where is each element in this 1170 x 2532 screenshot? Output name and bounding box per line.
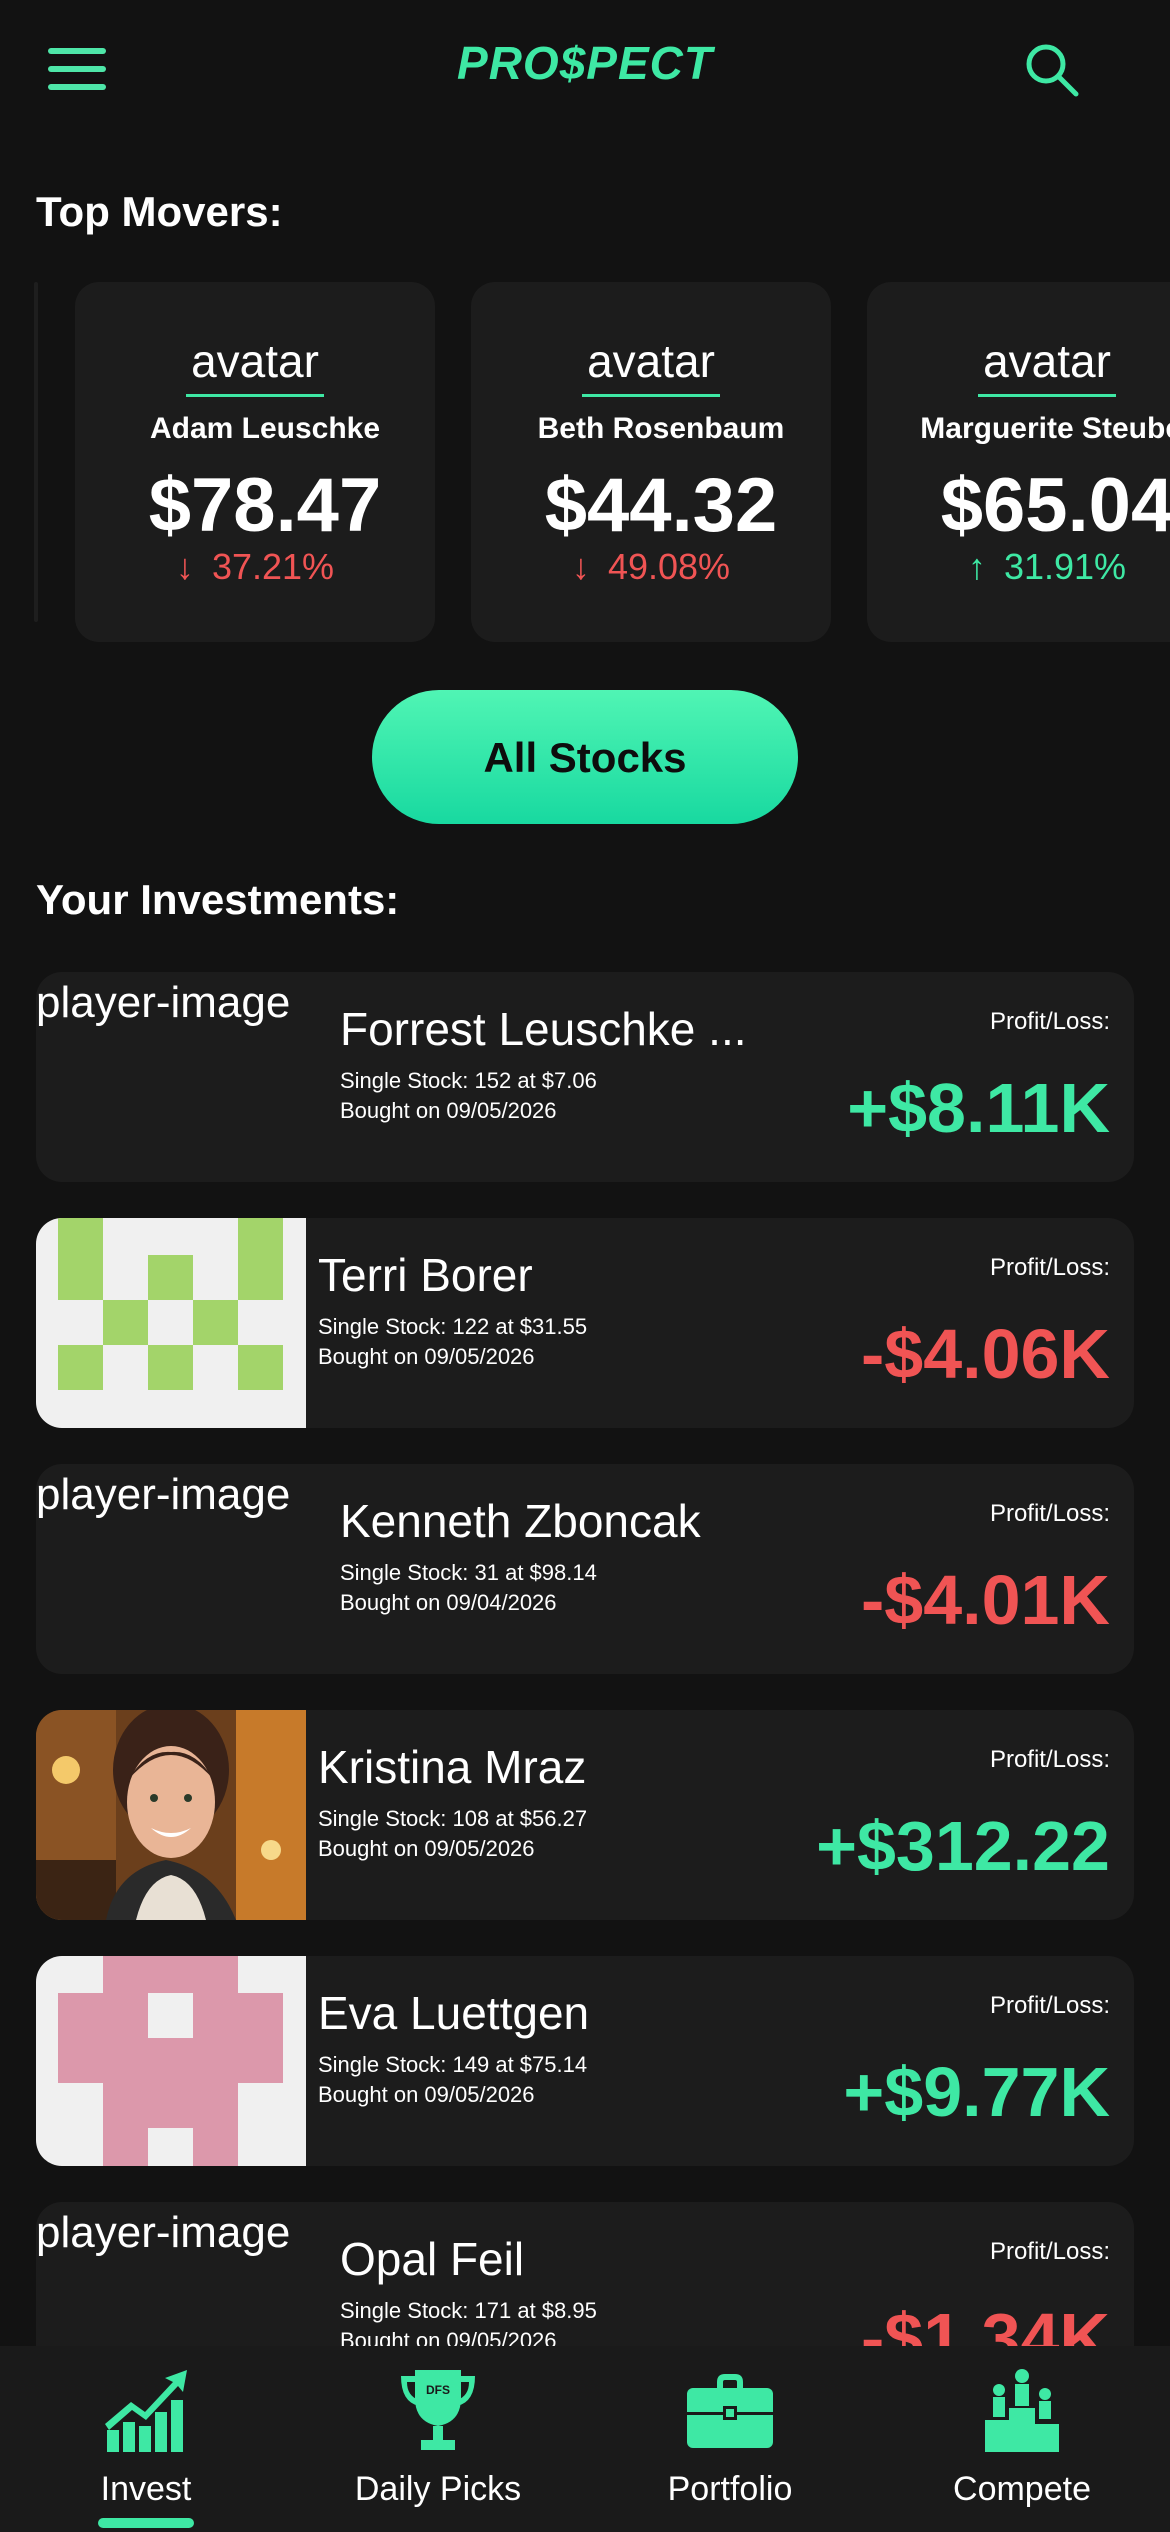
search-icon[interactable] [1024,42,1080,98]
all-stocks-button[interactable]: All Stocks [372,690,798,824]
profit-loss-label: Profit/Loss: [989,1008,1110,1035]
mover-name: Adam Leuschke [149,412,381,445]
player-photo [36,1710,306,1920]
mover-card[interactable]: avatar Marguerite Steuber $65.04 ↑ 31.91% [867,282,1170,642]
app-header: PRO$PECT [0,0,1170,140]
briefcase-icon [687,2374,773,2448]
mover-price: $78.47 [148,463,382,548]
profit-loss-value: +$312.22 [816,1807,1110,1885]
profit-loss-value: +$9.77K [843,2053,1110,2131]
podium-icon [985,2369,1059,2452]
arrow-down-icon: ↓ [175,546,194,587]
mover-avatar: avatar [587,335,715,387]
profit-loss-label: Profit/Loss: [989,1746,1110,1773]
investment-name: Kristina Mraz [318,1741,587,1793]
arrow-down-icon: ↓ [571,546,590,587]
investment-detail: Single Stock: 31 at $98.14 [340,1560,597,1585]
mover-change-value: 37.21% [211,546,335,587]
mover-avatar: avatar [983,335,1111,387]
profit-loss-value: -$4.06K [860,1315,1110,1393]
profit-loss-label: Profit/Loss: [989,1992,1110,2019]
mover-change: ↑ 31.91% [867,546,1170,588]
investment-bought-date: Bought on 09/05/2026 [318,1836,535,1861]
tab-portfolio-label: Portfolio [667,2470,793,2508]
investment-name: Opal Feil [340,2233,525,2285]
player-image [36,1218,306,1428]
profit-loss-label: Profit/Loss: [989,1500,1110,1527]
profit-loss-label: Profit/Loss: [989,2238,1110,2265]
mover-change-value: 49.08% [607,546,731,587]
investment-detail: Single Stock: 122 at $31.55 [318,1314,588,1339]
mover-change: ↓ 49.08% [471,546,831,588]
investment-card[interactable]: player-image Kenneth Zboncak Single Stoc… [36,1464,1134,1674]
investment-detail: Single Stock: 108 at $56.27 [318,1806,588,1831]
investment-bought-date: Bought on 09/05/2026 [318,2082,535,2107]
previous-card-edge [34,282,38,622]
arrow-up-icon: ↑ [967,546,986,587]
player-image: player-image [36,1470,291,1519]
mover-card[interactable]: avatar Beth Rosenbaum $44.32 ↓ 49.08% [471,282,831,642]
profit-loss-label: Profit/Loss: [989,1254,1110,1281]
active-tab-indicator [98,2518,194,2528]
app-logo: PRO$PECT [457,37,713,89]
mover-avatar: avatar [191,335,319,387]
investment-detail: Single Stock: 152 at $7.06 [340,1068,597,1093]
investment-name: Eva Luettgen [318,1987,590,2039]
mover-card[interactable]: avatar Adam Leuschke $78.47 ↓ 37.21% [75,282,435,642]
tab-compete[interactable]: Compete [876,2346,1168,2532]
investment-name: Terri Borer [318,1249,533,1301]
tab-daily-picks-label: Daily Picks [354,2470,522,2508]
your-investments-title: Your Investments: [36,876,400,923]
tab-portfolio[interactable]: Portfolio [584,2346,876,2532]
avatar-underline [978,394,1116,397]
investment-bought-date: Bought on 09/05/2026 [340,1098,557,1123]
avatar-underline [582,394,720,397]
growth-chart-icon [105,2370,187,2452]
investment-name: Kenneth Zboncak [340,1495,701,1547]
player-image: player-image [36,2208,291,2257]
tab-invest[interactable]: Invest [0,2346,292,2532]
investment-detail: Single Stock: 171 at $8.95 [340,2298,597,2323]
profit-loss-value: -$4.01K [860,1561,1110,1639]
player-image [36,1956,306,2166]
bottom-tab-bar: Invest DFS Daily Picks Portfolio Compete [0,2346,1170,2532]
mover-change-value: 31.91% [1003,546,1127,587]
top-movers-title: Top Movers: [36,188,283,235]
mover-name: Marguerite Steuber [920,412,1170,445]
investment-card[interactable]: player-image Forrest Leuschke ... Single… [36,972,1134,1182]
profit-loss-value: +$8.11K [847,1069,1110,1147]
investment-card[interactable]: Eva Luettgen Single Stock: 149 at $75.14… [36,1956,1134,2166]
investment-name: Forrest Leuschke ... [340,1003,747,1055]
investment-bought-date: Bought on 09/05/2026 [318,1344,535,1369]
mover-name: Beth Rosenbaum [537,412,785,445]
investment-bought-date: Bought on 09/04/2026 [340,1590,557,1615]
mover-price: $44.32 [544,463,778,548]
mover-change: ↓ 37.21% [75,546,435,588]
tab-daily-picks[interactable]: DFS Daily Picks [292,2346,584,2532]
trophy-dfs-icon: DFS [401,2370,475,2450]
player-image: player-image [36,978,291,1027]
tab-invest-label: Invest [100,2470,192,2508]
investment-detail: Single Stock: 149 at $75.14 [318,2052,588,2077]
top-movers-carousel[interactable]: avatar Adam Leuschke $78.47 ↓ 37.21% avat… [0,282,1170,642]
investment-card[interactable]: Terri Borer Single Stock: 122 at $31.55 … [36,1218,1134,1428]
avatar-underline [186,394,324,397]
mover-price: $65.04 [940,463,1170,548]
svg-text:DFS: DFS [426,2383,450,2397]
tab-compete-label: Compete [953,2470,1091,2508]
investment-card[interactable]: Kristina Mraz Single Stock: 108 at $56.2… [36,1710,1134,1920]
